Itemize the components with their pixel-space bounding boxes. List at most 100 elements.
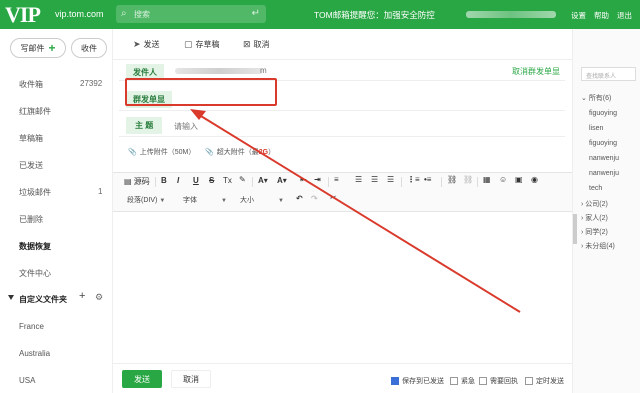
contact-item[interactable]: lisen (589, 125, 603, 132)
folder-australia[interactable]: Australia (19, 349, 50, 358)
cancel-mass-send-link[interactable]: 取消群发单显 (512, 66, 560, 77)
search-box[interactable]: ⌕ ↵ (116, 5, 266, 23)
contact-group-classmates[interactable]: › 同学(2) (581, 227, 608, 237)
inbox-count: 27392 (80, 79, 103, 88)
checkbox[interactable] (525, 377, 533, 385)
image-icon[interactable]: ▣ (515, 175, 523, 184)
folder-usa[interactable]: USA (19, 376, 35, 385)
collapse-triangle-icon[interactable] (8, 295, 14, 300)
source-code-button[interactable]: ▤ 源码 (124, 176, 150, 187)
more-tools-icon[interactable]: ◉ (531, 175, 538, 184)
upload-attachment-label: 上传附件（50M） (139, 149, 196, 156)
logout-link[interactable]: 退出 (617, 10, 632, 21)
line-height-icon[interactable]: ≡ (334, 175, 339, 184)
checkbox-checked[interactable] (391, 377, 399, 385)
folder-france[interactable]: France (19, 322, 44, 331)
save-to-sent-option[interactable]: 保存到已发送 (391, 376, 444, 386)
urgent-option[interactable]: 紧急 (450, 376, 475, 386)
italic-button[interactable]: I (177, 176, 179, 185)
top-bar: VIP vip.tom.com ⌕ ↵ TOM邮箱提醒您：加强安全防控 设置 帮… (0, 0, 640, 29)
upload-attachment-link[interactable]: 📎 上传附件（50M） (128, 147, 195, 157)
sidebar-item-data-recovery[interactable]: 数据恢复 (19, 241, 51, 252)
subject-input[interactable]: 请输入 (174, 121, 198, 132)
compose-area: ➤ 发送 ▢ 存草稿 ⊠ 取消 发件人 m 取消群发单显 群发单显 主 题 请输入 📎… (112, 29, 573, 393)
sidebar-item-deleted[interactable]: 已删除 (19, 214, 43, 225)
format-painter-icon[interactable]: ✎ (239, 175, 246, 184)
sender-address-blurred (175, 68, 263, 74)
enter-icon[interactable]: ↵ (252, 8, 260, 19)
large-attachment-limit: 2G (258, 148, 269, 156)
large-attachment-link[interactable]: 📎 超大附件（最 2G） (205, 147, 275, 157)
send-button[interactable]: 发送 (122, 370, 162, 388)
contact-group-all[interactable]: ⌄ 所有(6) (581, 93, 611, 103)
paragraph-select[interactable]: 段落(DIV) ▼ (127, 195, 165, 205)
font-color-icon[interactable]: A▾ (258, 176, 268, 185)
align-left-icon[interactable]: ☰ (355, 175, 362, 184)
toolbar-save-draft[interactable]: ▢ 存草稿 (184, 39, 220, 50)
scheduled-send-option[interactable]: 定时发送 (525, 376, 564, 386)
sidebar-item-file-center[interactable]: 文件中心 (19, 268, 51, 279)
bold-button[interactable]: B (161, 176, 167, 185)
clear-format-button[interactable]: Tx (223, 176, 232, 185)
table-icon[interactable]: ▦ (483, 175, 491, 184)
panel-collapse-handle[interactable] (573, 214, 577, 244)
indent-increase-icon[interactable]: ⇥ (314, 175, 321, 184)
scissors-icon[interactable]: ✂ (330, 193, 337, 202)
contact-item[interactable]: figuoying (589, 110, 617, 117)
toolbar-cancel[interactable]: ⊠ 取消 (243, 39, 270, 50)
contact-group-company[interactable]: › 公司(2) (581, 199, 608, 209)
sidebar-item-spam[interactable]: 垃圾邮件 (19, 187, 51, 198)
contact-item[interactable]: figuoying (589, 140, 617, 147)
align-center-icon[interactable]: ☰ (371, 175, 378, 184)
contact-group-ungrouped[interactable]: › 未分组(4) (581, 241, 615, 251)
highlight-color-icon[interactable]: A▾ (277, 176, 287, 185)
compose-label: 写邮件 (20, 43, 45, 53)
contact-item[interactable]: nanwenju (589, 170, 619, 177)
contact-group-family[interactable]: › 家人(2) (581, 213, 608, 223)
unlink-icon[interactable]: ⛓ (463, 175, 473, 184)
strikethrough-button[interactable]: S (209, 176, 214, 185)
align-right-icon[interactable]: ☰ (387, 175, 394, 184)
checkbox[interactable] (450, 377, 458, 385)
indent-decrease-icon[interactable]: ⇤ (300, 175, 307, 184)
gear-icon[interactable]: ⚙ (95, 292, 103, 303)
read-receipt-label: 需要回执 (490, 378, 518, 385)
contact-item[interactable]: nanwenju (589, 155, 619, 162)
subject-label: 主 题 (126, 117, 163, 134)
divider (119, 110, 565, 111)
custom-folders-heading[interactable]: 自定义文件夹 (19, 294, 67, 305)
settings-link[interactable]: 设置 (571, 10, 586, 21)
compose-toolbar: ➤ 发送 ▢ 存草稿 ⊠ 取消 (113, 29, 573, 60)
contact-search-input[interactable]: 查找联系人 (581, 67, 636, 81)
sidebar-item-sent[interactable]: 已发送 (19, 160, 43, 171)
redo-icon[interactable]: ↷ (311, 194, 318, 203)
toolbar-save-draft-label: 存草稿 (195, 40, 220, 49)
receive-button[interactable]: 收件 (71, 38, 107, 58)
editor-body[interactable] (113, 213, 573, 363)
add-folder-icon[interactable]: + (79, 290, 85, 302)
logo[interactable]: VIP (5, 2, 41, 28)
sidebar-item-flagged[interactable]: 红旗邮件 (19, 106, 51, 117)
toolbar-send[interactable]: ➤ 发送 (133, 39, 160, 50)
ordered-list-icon[interactable]: ⋮≡ (407, 175, 420, 184)
help-link[interactable]: 帮助 (594, 10, 609, 21)
size-select-label: 大小 (240, 197, 254, 204)
read-receipt-option[interactable]: 需要回执 (479, 376, 518, 386)
emoji-icon[interactable]: ☺ (499, 175, 507, 184)
contact-item[interactable]: tech (589, 185, 602, 192)
insert-link-icon[interactable]: ⛓ (447, 175, 457, 184)
sidebar-item-inbox[interactable]: 收件箱 (19, 79, 43, 90)
cancel-button[interactable]: 取消 (171, 370, 211, 388)
security-notice[interactable]: TOM邮箱提醒您：加强安全防控 (314, 9, 435, 21)
search-input[interactable] (134, 7, 244, 21)
font-select[interactable]: 字体 ▼ (183, 195, 227, 205)
checkbox[interactable] (479, 377, 487, 385)
compose-button[interactable]: 写邮件 + (10, 38, 66, 58)
paperclip-icon: 📎 (128, 149, 137, 156)
paragraph-select-label: 段落(DIV) (127, 197, 158, 204)
undo-icon[interactable]: ↶ (296, 194, 303, 203)
sidebar-item-drafts[interactable]: 草稿箱 (19, 133, 43, 144)
underline-button[interactable]: U (193, 176, 199, 185)
size-select[interactable]: 大小 ▼ (240, 195, 284, 205)
bullet-list-icon[interactable]: •≡ (424, 175, 431, 184)
